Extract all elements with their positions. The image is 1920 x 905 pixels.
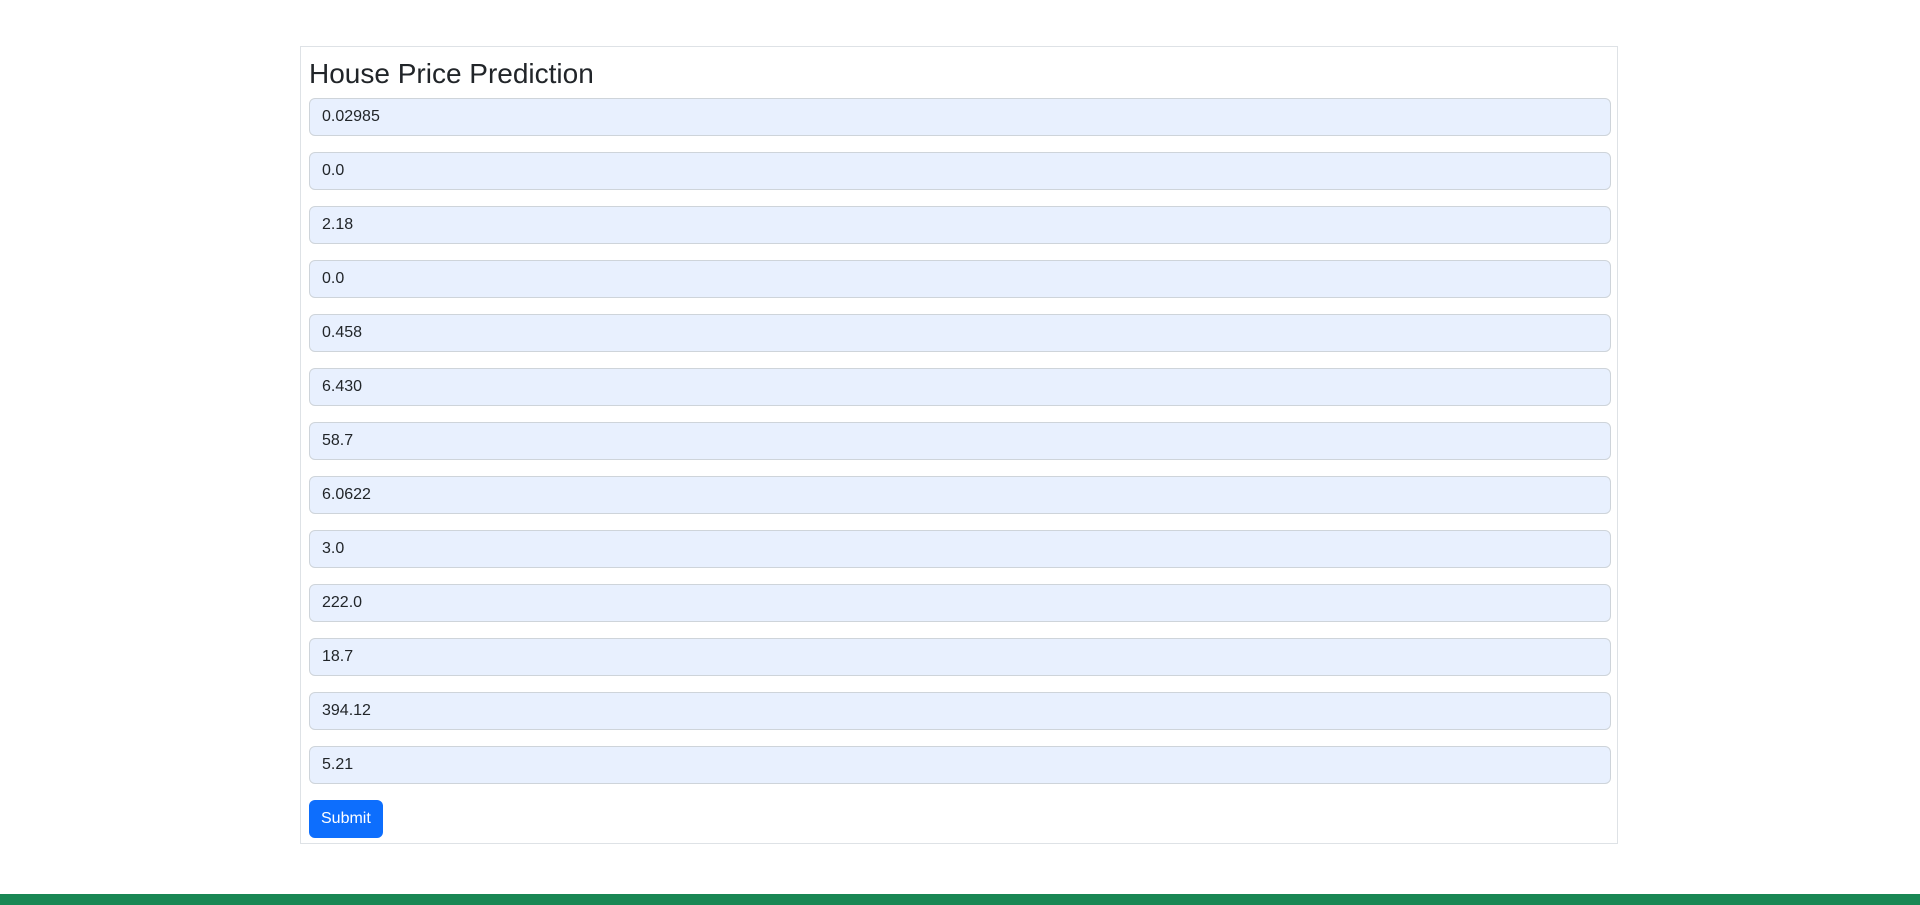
feature-input-10[interactable] xyxy=(309,584,1611,622)
form-fields xyxy=(309,98,1611,784)
feature-input-5[interactable] xyxy=(309,314,1611,352)
footer-bar xyxy=(0,894,1920,905)
feature-input-8[interactable] xyxy=(309,476,1611,514)
feature-input-3[interactable] xyxy=(309,206,1611,244)
feature-input-13[interactable] xyxy=(309,746,1611,784)
feature-input-11[interactable] xyxy=(309,638,1611,676)
submit-button[interactable]: Submit xyxy=(309,800,383,838)
feature-input-6[interactable] xyxy=(309,368,1611,406)
feature-input-12[interactable] xyxy=(309,692,1611,730)
feature-input-2[interactable] xyxy=(309,152,1611,190)
prediction-form-card: House Price Prediction Submit xyxy=(300,46,1618,844)
feature-input-1[interactable] xyxy=(309,98,1611,136)
feature-input-7[interactable] xyxy=(309,422,1611,460)
feature-input-4[interactable] xyxy=(309,260,1611,298)
feature-input-9[interactable] xyxy=(309,530,1611,568)
page-title: House Price Prediction xyxy=(309,58,594,89)
prediction-form: Submit xyxy=(309,98,1611,838)
